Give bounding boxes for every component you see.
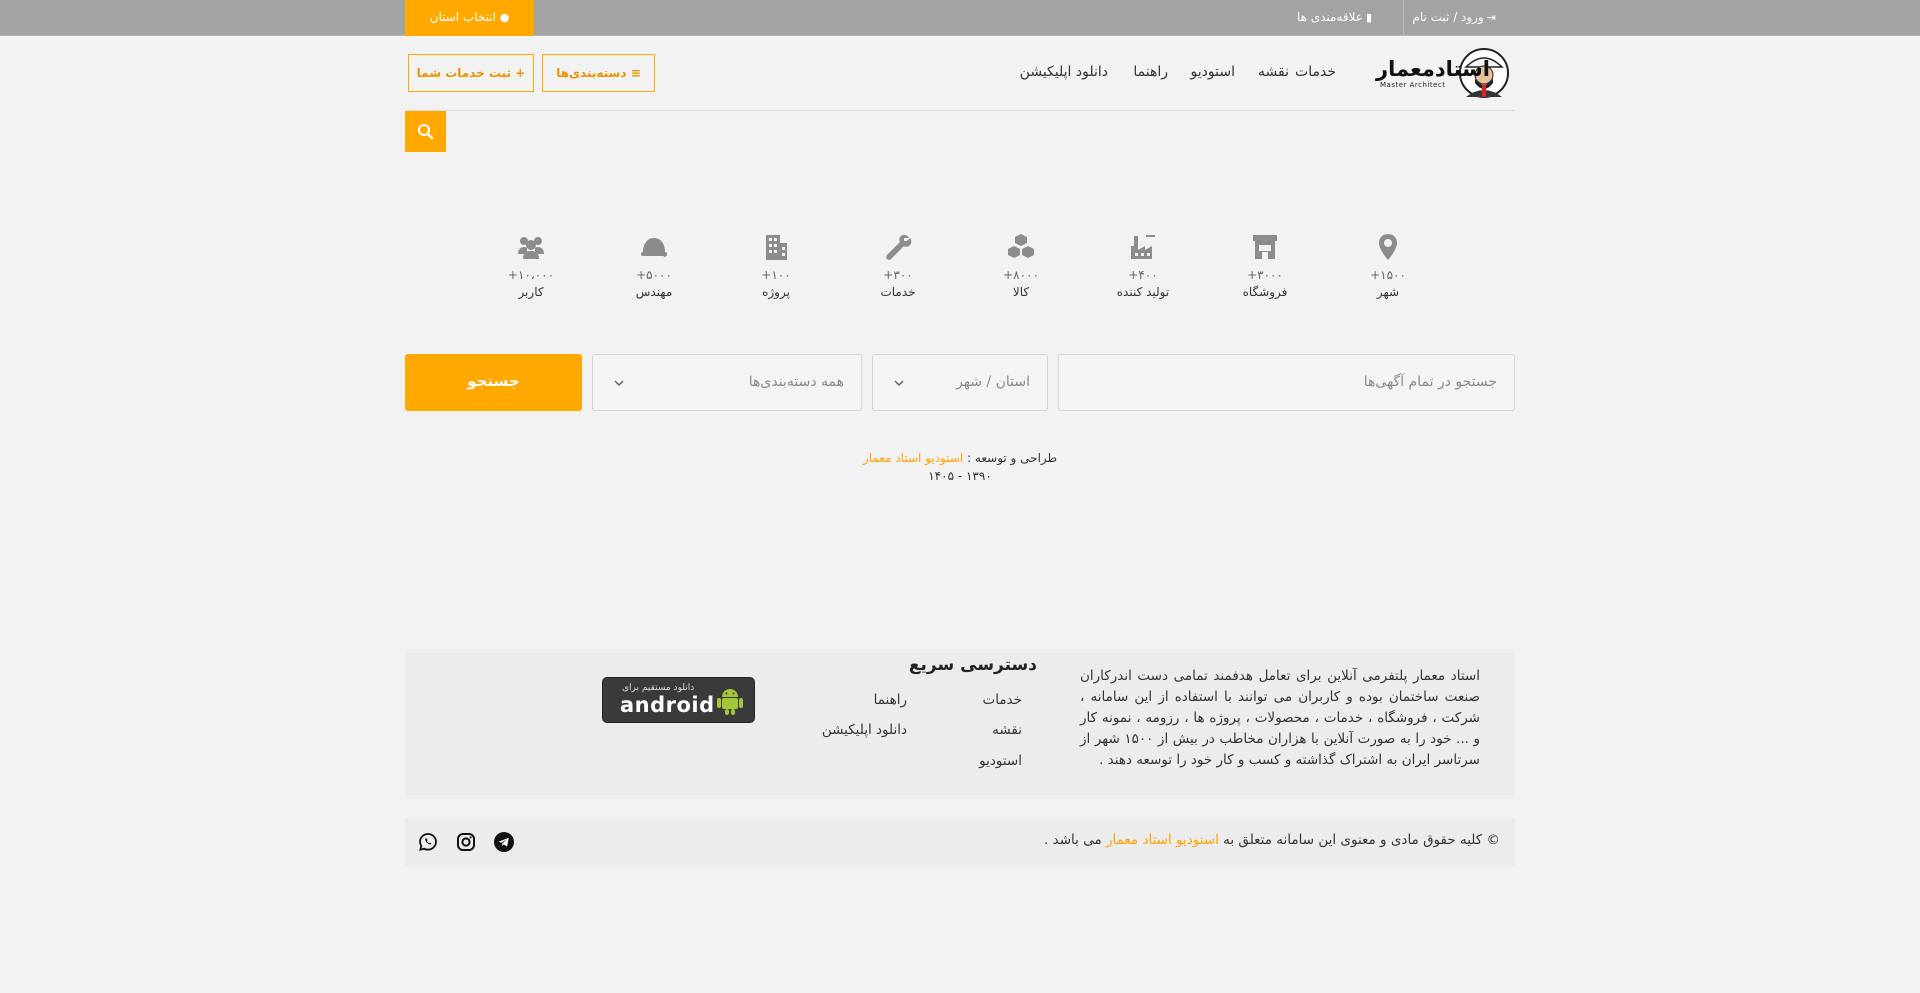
android-icon	[717, 689, 743, 715]
logo-text: استادمعمار	[1376, 57, 1490, 81]
footer-link-studio[interactable]: استودیو	[979, 753, 1022, 769]
footer-link-download-app[interactable]: دانلود اپلیکیشن	[822, 722, 907, 738]
telegram-icon	[494, 832, 514, 852]
province-select-button[interactable]: ● انتخاب استان	[405, 0, 534, 36]
categories-button[interactable]: ≡ دسته‌بندی‌ها	[542, 54, 655, 92]
nav-download-app[interactable]: دانلود اپلیکیشن	[1020, 64, 1108, 80]
copyright-studio-link[interactable]: استودیو استاد معمار	[1106, 832, 1219, 848]
map-marker-icon: ●	[499, 11, 510, 24]
login-link[interactable]: ⇥ورود / ثبت نام	[1412, 0, 1496, 36]
plus-icon: +	[515, 66, 526, 80]
footer-link-guide[interactable]: راهنما	[874, 692, 907, 708]
users-icon	[518, 237, 544, 259]
stat-services: +۳۰۰ خدمات	[848, 232, 948, 299]
cubes-icon	[1008, 234, 1034, 258]
nav-map[interactable]: نقشه	[1258, 64, 1289, 80]
credit-studio-link[interactable]: استودیو استاد معمار	[863, 451, 963, 465]
credit-years: ۱۳۹۰ - ۱۴۰۵	[928, 469, 992, 483]
stat-stores: +۳۰۰۰ فروشگاه	[1215, 232, 1315, 299]
instagram-link[interactable]	[456, 832, 476, 852]
whatsapp-icon	[419, 833, 437, 851]
footer-about-text: استاد معمار پلتفرمی آنلاین برای تعامل هد…	[1080, 668, 1480, 768]
quick-access-title: دسترسی سریع	[908, 655, 1037, 675]
hard-hat-icon	[641, 238, 667, 257]
stat-manufacturers: +۴۰۰ تولید کننده	[1093, 232, 1193, 299]
credit-line: طراحی و توسعه : استودیو استاد معمار	[862, 451, 1058, 465]
site-logo[interactable]: استادمعمار Master Architect	[1374, 45, 1509, 101]
map-pin-icon	[1379, 234, 1397, 260]
search-submit-button[interactable]: جستجو	[405, 354, 582, 411]
stat-cities: +۱۵۰۰ شهر	[1338, 232, 1438, 299]
header-search-button[interactable]	[405, 111, 446, 152]
stat-projects: +۱۰۰ پروژه	[726, 232, 826, 299]
nav-services[interactable]: خدمات	[1295, 64, 1336, 80]
chevron-down-icon	[614, 380, 624, 387]
stat-goods: +۸۰۰۰ کالا	[971, 232, 1071, 299]
factory-icon	[1131, 235, 1155, 259]
register-services-button[interactable]: + ثبت خدمات شما	[408, 54, 534, 92]
copyright-text: © کلیه حقوق مادی و معنوی این سامانه متعل…	[1044, 832, 1500, 848]
store-icon	[1253, 235, 1277, 259]
city-select[interactable]: استان / شهر	[872, 354, 1048, 411]
search-icon	[418, 124, 434, 140]
nav-guide[interactable]: راهنما	[1133, 64, 1168, 80]
top-bar	[0, 0, 1920, 36]
search-input[interactable]: جستجو در تمام آگهی‌ها	[1058, 354, 1515, 411]
nav-studio[interactable]: استودیو	[1191, 64, 1235, 80]
stat-engineers: +۵۰۰۰ مهندس	[604, 232, 704, 299]
footer-link-map[interactable]: نقشه	[992, 722, 1022, 738]
top-bar-divider	[1403, 0, 1404, 36]
header-divider	[405, 110, 1515, 111]
chevron-down-icon	[894, 380, 904, 387]
favorites-link[interactable]: ▮علاقه‌مندی ها	[1297, 0, 1372, 36]
whatsapp-link[interactable]	[418, 832, 438, 852]
stat-users: +۱۰،۰۰۰ کاربر	[481, 232, 581, 299]
footer-link-services[interactable]: خدمات	[983, 692, 1023, 708]
category-select[interactable]: همه دسته‌بندی‌ها	[592, 354, 862, 411]
building-icon	[766, 235, 787, 260]
bookmark-icon: ▮	[1365, 11, 1372, 24]
logo-subtitle: Master Architect	[1380, 81, 1446, 89]
sign-in-icon: ⇥	[1486, 11, 1496, 24]
telegram-link[interactable]	[494, 832, 514, 852]
android-download-button[interactable]: دانلود مستقیم برای android	[602, 677, 755, 723]
menu-icon: ≡	[630, 66, 641, 80]
instagram-icon	[457, 833, 475, 851]
wrench-icon	[886, 234, 912, 260]
